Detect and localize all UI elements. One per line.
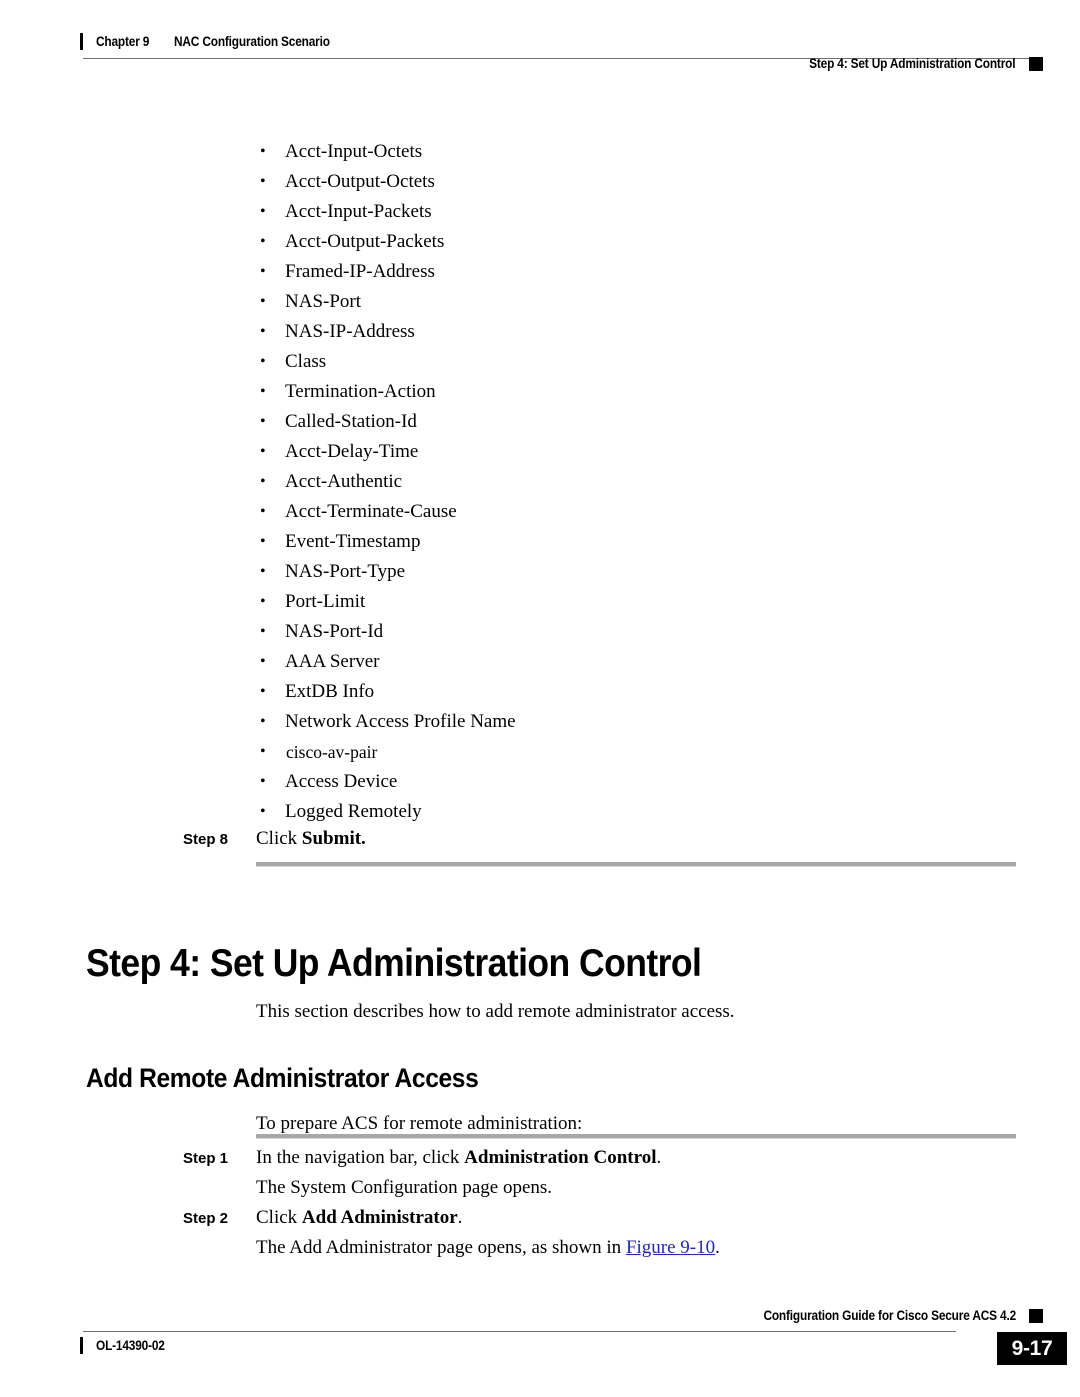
step-2-continuation: The Add Administrator page opens, as sho… (256, 1237, 720, 1259)
header-section-title: Step 4: Set Up Administration Control (808, 56, 1015, 71)
footer-square-marker-icon (1029, 1308, 1043, 1323)
page-header: Chapter 9 NAC Configuration Scenario Ste… (0, 0, 1080, 92)
list-item: Network Access Profile Name (258, 707, 958, 737)
step-8-text: Click Submit. (256, 828, 366, 850)
footer-tick-mark (80, 1337, 83, 1354)
list-item: ExtDB Info (258, 677, 958, 707)
step-2-text: Click Add Administrator. (256, 1207, 462, 1229)
list-item: Acct-Output-Packets (258, 227, 958, 257)
list-item: NAS-Port-Id (258, 617, 958, 647)
footer-right-group: Configuration Guide for Cisco Secure ACS… (729, 1308, 1043, 1323)
step-2-text-bold: Add Administrator (301, 1207, 458, 1228)
step-2-label: Step 2 (183, 1210, 229, 1227)
list-item: Acct-Delay-Time (258, 437, 958, 467)
header-chapter-label: Chapter 9 (96, 34, 150, 49)
list-item: AAA Server (258, 647, 958, 677)
step-2-text-plain: Click (256, 1207, 302, 1228)
list-item: Event-Timestamp (258, 527, 958, 557)
step-8-text-bold: Submit. (301, 828, 366, 849)
header-chapter-title: NAC Configuration Scenario (174, 34, 331, 49)
step-8-block: Step 8 Click Submit. (183, 828, 366, 850)
subsection-title: Add Remote Administrator Access (86, 1063, 479, 1094)
list-item: cisco-av-pair (258, 737, 958, 767)
list-item: Acct-Input-Octets (258, 137, 958, 167)
attribute-bullet-list: Acct-Input-Octets Acct-Output-Octets Acc… (258, 137, 958, 827)
step-2-continuation-tail: . (715, 1237, 720, 1258)
step-2-block: Step 2 Click Add Administrator. (183, 1207, 462, 1229)
intro-paragraph: This section describes how to add remote… (256, 1001, 735, 1022)
step-1-label: Step 1 (183, 1150, 229, 1167)
list-item: Acct-Terminate-Cause (258, 497, 958, 527)
list-item: NAS-Port-Type (258, 557, 958, 587)
step-1-continuation: The System Configuration page opens. (256, 1177, 553, 1198)
header-tick-mark (80, 33, 83, 50)
list-item: Acct-Input-Packets (258, 197, 958, 227)
list-item: Acct-Authentic (258, 467, 958, 497)
prepare-paragraph: To prepare ACS for remote administration… (256, 1113, 583, 1134)
list-item: Access Device (258, 767, 958, 797)
step-1-text-bold: Administration Control (464, 1147, 657, 1168)
step-2-continuation-lead: The Add Administrator page opens, as sho… (256, 1237, 626, 1258)
header-left-group: Chapter 9 NAC Configuration Scenario (80, 33, 352, 50)
list-item: Logged Remotely (258, 797, 958, 827)
step-8-label: Step 8 (183, 831, 229, 848)
step-1-text: In the navigation bar, click Administrat… (256, 1147, 661, 1169)
footer-document-id: OL-14390-02 (96, 1338, 165, 1353)
section-divider-rule-top (256, 862, 1016, 867)
step-1-text-tail: . (656, 1147, 662, 1168)
section-divider-rule-bottom (256, 1134, 1016, 1139)
step-2-text-tail: . (457, 1207, 463, 1228)
list-item: Termination-Action (258, 377, 958, 407)
page-number-badge: 9-17 (997, 1332, 1067, 1365)
list-item: Port-Limit (258, 587, 958, 617)
step-8-text-plain: Click (256, 828, 302, 849)
page-footer: Configuration Guide for Cisco Secure ACS… (0, 1300, 1080, 1380)
list-item: Framed-IP-Address (258, 257, 958, 287)
footer-left-group: OL-14390-02 (80, 1337, 174, 1354)
list-item: NAS-IP-Address (258, 317, 958, 347)
header-square-marker-icon (1029, 56, 1043, 71)
page-title: Step 4: Set Up Administration Control (86, 942, 702, 986)
step-1-text-plain: In the navigation bar, click (256, 1147, 465, 1168)
footer-rule (83, 1331, 956, 1332)
list-item: NAS-Port (258, 287, 958, 317)
figure-9-10-link[interactable]: Figure 9-10 (626, 1237, 715, 1258)
list-item: Called-Station-Id (258, 407, 958, 437)
step-1-block: Step 1 In the navigation bar, click Admi… (183, 1147, 661, 1169)
footer-guide-title: Configuration Guide for Cisco Secure ACS… (763, 1308, 1016, 1323)
list-item: Acct-Output-Octets (258, 167, 958, 197)
list-item: Class (258, 347, 958, 377)
header-right-group: Step 4: Set Up Administration Control (781, 56, 1043, 71)
